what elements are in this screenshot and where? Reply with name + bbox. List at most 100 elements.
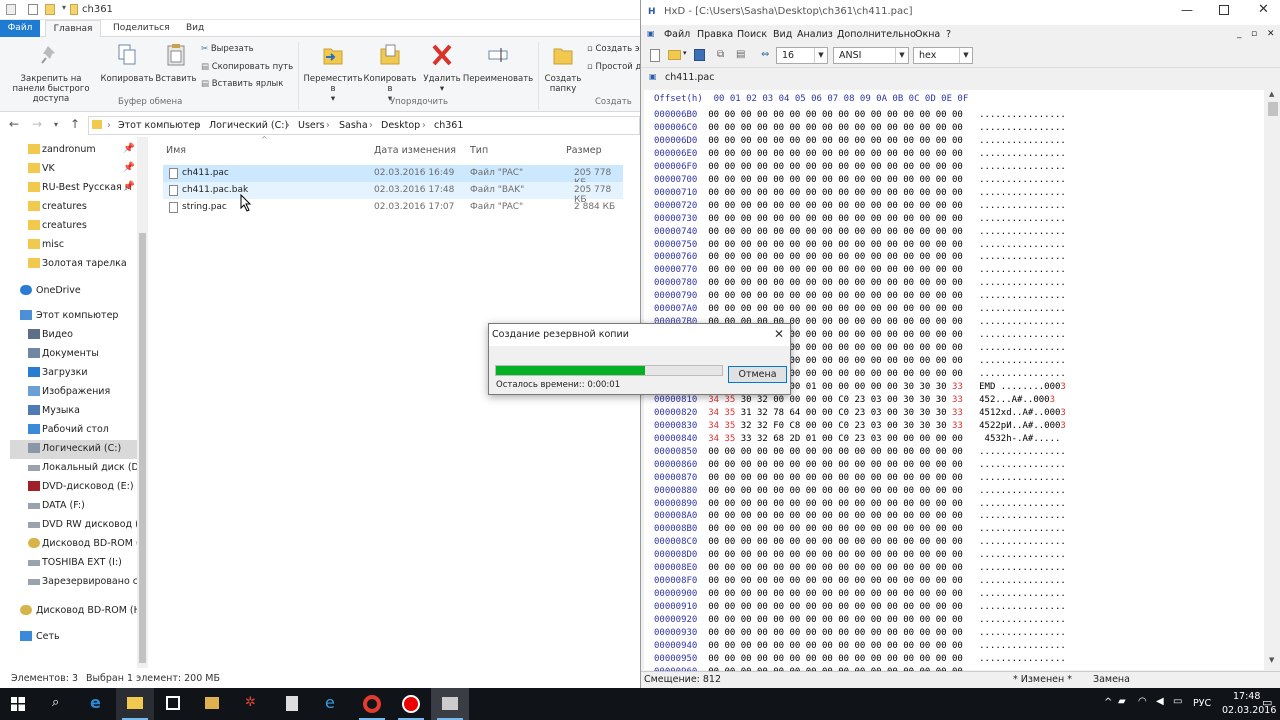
volume-icon[interactable]: ◀	[1156, 696, 1164, 707]
tree-item-pc[interactable]: Дисковод BD-ROM (H	[10, 535, 148, 554]
tree-item-this-pc[interactable]: Этот компьютер	[4, 307, 142, 326]
open-file-icon[interactable]	[668, 50, 681, 60]
pin-quick-access-button[interactable]: Закрепить на панели быстрого доступа	[3, 43, 99, 104]
breadcrumb-users[interactable]: Users	[298, 120, 325, 131]
breadcrumb-desktop[interactable]: Desktop	[381, 120, 420, 131]
bytes-per-row-select[interactable]: 16 ▼	[776, 47, 828, 64]
taskbar-app[interactable]: ✲	[233, 688, 271, 720]
properties-icon[interactable]	[28, 4, 38, 15]
breadcrumb-chevron-icon[interactable]: ›	[369, 120, 373, 131]
breadcrumb-chevron-icon[interactable]: ›	[422, 120, 426, 131]
offset-base-select[interactable]: hex ▼	[913, 47, 973, 64]
save-icon[interactable]	[694, 49, 705, 61]
taskbar-edge[interactable]: e	[78, 688, 116, 720]
minimize-icon[interactable]: —	[1181, 3, 1193, 17]
taskbar-store[interactable]	[154, 688, 192, 720]
tree-item-pc[interactable]: Музыка	[10, 402, 148, 421]
breadcrumb-sasha[interactable]: Sasha	[339, 120, 368, 131]
battery-icon[interactable]: ▭	[1173, 696, 1182, 707]
file-row[interactable]: ch411.pac 02.03.2016 16:49 Файл "PAC" 20…	[163, 165, 623, 188]
paste-shortcut-button[interactable]: ▤ Вставить ярлык	[201, 79, 283, 89]
column-header-size[interactable]: Размер	[566, 145, 602, 156]
tree-item-quick[interactable]: creatures	[10, 217, 148, 236]
tree-item-quick[interactable]: zandronum 📌	[10, 141, 148, 160]
breadcrumb-chevron-icon[interactable]: ›	[326, 120, 330, 131]
breadcrumb-drive-c[interactable]: Логический (C:)	[209, 120, 288, 131]
close-file-icon[interactable]: ▤	[736, 49, 745, 60]
tab-view[interactable]: Вид	[178, 20, 212, 37]
tree-item-pc[interactable]: Локальный диск (D:)	[10, 459, 148, 478]
tree-item-pc[interactable]: Изображения	[10, 383, 148, 402]
menu-extra[interactable]: Дополнительно	[837, 29, 916, 40]
taskbar-calculator[interactable]	[273, 688, 311, 720]
menu-view[interactable]: Вид	[773, 29, 792, 40]
breadcrumb-this-pc[interactable]: Этот компьютер	[118, 120, 200, 131]
mdi-minimize-icon[interactable]: _	[1237, 29, 1242, 39]
mdi-restore-icon[interactable]: ▫	[1251, 29, 1257, 39]
copy-button[interactable]: Копировать	[100, 43, 154, 84]
forward-arrow-icon[interactable]: →	[32, 117, 42, 131]
menu-edit[interactable]: Правка	[697, 29, 733, 40]
breadcrumb-ch361[interactable]: ch361	[434, 120, 463, 131]
open-dropdown-icon[interactable]: ▾	[683, 49, 687, 57]
tab-share[interactable]: Поделиться	[105, 20, 178, 37]
scroll-up-icon[interactable]: ▲	[1269, 90, 1274, 98]
tree-item-pc[interactable]: Загрузки	[10, 364, 148, 383]
breadcrumb-chevron-icon[interactable]: ›	[286, 120, 290, 131]
maximize-icon[interactable]	[1219, 5, 1229, 15]
tree-item-pc[interactable]: Видео	[10, 326, 148, 345]
up-arrow-icon[interactable]: ↑	[70, 117, 80, 131]
network-icon[interactable]: ▰	[1118, 696, 1126, 707]
show-hidden-icons[interactable]: ^	[1104, 697, 1112, 708]
column-header-name[interactable]: Имя	[166, 145, 186, 156]
tree-item-network[interactable]: Сеть	[4, 628, 142, 647]
tree-item-pc[interactable]: DVD-дисковод (E:) M	[10, 478, 148, 497]
tab-home[interactable]: Главная	[45, 20, 101, 37]
document-tab[interactable]: ▣ ch411.pac	[649, 70, 719, 87]
easy-access-button[interactable]: ▫ Простой д	[587, 62, 640, 72]
paste-button[interactable]: Вставить	[155, 43, 197, 84]
tree-item-pc[interactable]: Зарезервировано си	[10, 573, 148, 592]
charset-select[interactable]: ANSI ▼	[833, 47, 909, 64]
new-item-button[interactable]: ▫ Создать э	[587, 44, 640, 54]
tree-item-pc[interactable]: Документы	[10, 345, 148, 364]
address-bar[interactable]: › Этот компьютер › Логический (C:) › Use…	[88, 116, 640, 135]
hex-scrollbar[interactable]: ▲ ▼	[1265, 90, 1280, 670]
tree-item-quick[interactable]: VK 📌	[10, 160, 148, 179]
tree-item-pc[interactable]: DVD RW дисковод (G:	[10, 516, 148, 535]
close-icon[interactable]: ✕	[774, 327, 784, 341]
cut-button[interactable]: ✂ Вырезать	[201, 44, 254, 54]
start-button[interactable]	[0, 688, 38, 720]
tree-item-quick[interactable]: misc	[10, 236, 148, 255]
mdi-close-icon[interactable]: ✕	[1267, 29, 1275, 39]
taskbar-ie[interactable]: e	[313, 688, 351, 720]
scrollbar-thumb[interactable]	[139, 233, 146, 663]
menu-windows[interactable]: Окна	[915, 29, 940, 40]
clock-time[interactable]: 17:48	[1233, 691, 1260, 702]
back-arrow-icon[interactable]: ←	[9, 117, 19, 131]
search-button[interactable]: ⌕	[39, 688, 77, 720]
cancel-button[interactable]: Отмена	[728, 366, 787, 383]
menu-search[interactable]: Поиск	[737, 29, 767, 40]
breadcrumb-chevron-icon[interactable]: ›	[196, 120, 200, 131]
delete-button[interactable]: Удалить ▾	[420, 43, 464, 94]
menu-analysis[interactable]: Анализ	[797, 29, 833, 40]
quick-access-dropdown-icon[interactable]: ▾	[62, 3, 66, 12]
menu-help[interactable]: ?	[946, 29, 951, 40]
new-folder-quick-icon[interactable]	[45, 4, 55, 15]
new-file-icon[interactable]	[650, 49, 660, 62]
move-to-button[interactable]: Переместить в ▾	[302, 43, 364, 104]
close-icon[interactable]: ✕	[1258, 2, 1269, 17]
save-all-icon[interactable]: ⧉	[717, 49, 724, 60]
tree-item-pc-selected[interactable]: Логический (C:)	[10, 440, 148, 459]
scroll-down-icon[interactable]: ▼	[1269, 656, 1274, 664]
column-header-type[interactable]: Тип	[470, 145, 488, 156]
tree-item-quick[interactable]: creatures	[10, 198, 148, 217]
copy-path-button[interactable]: ▤ Скопировать путь	[201, 62, 293, 72]
taskbar-hxd[interactable]	[431, 688, 469, 720]
copy-to-button[interactable]: Копировать в ▾	[362, 43, 418, 104]
tree-item-bd-rom[interactable]: Дисковод BD-ROM (H:)	[4, 602, 142, 621]
language-indicator[interactable]: РУС	[1193, 698, 1211, 709]
tree-item-pc[interactable]: Рабочий стол	[10, 421, 148, 440]
tree-item-quick[interactable]: RU-Best Русская м 📌	[10, 179, 148, 198]
